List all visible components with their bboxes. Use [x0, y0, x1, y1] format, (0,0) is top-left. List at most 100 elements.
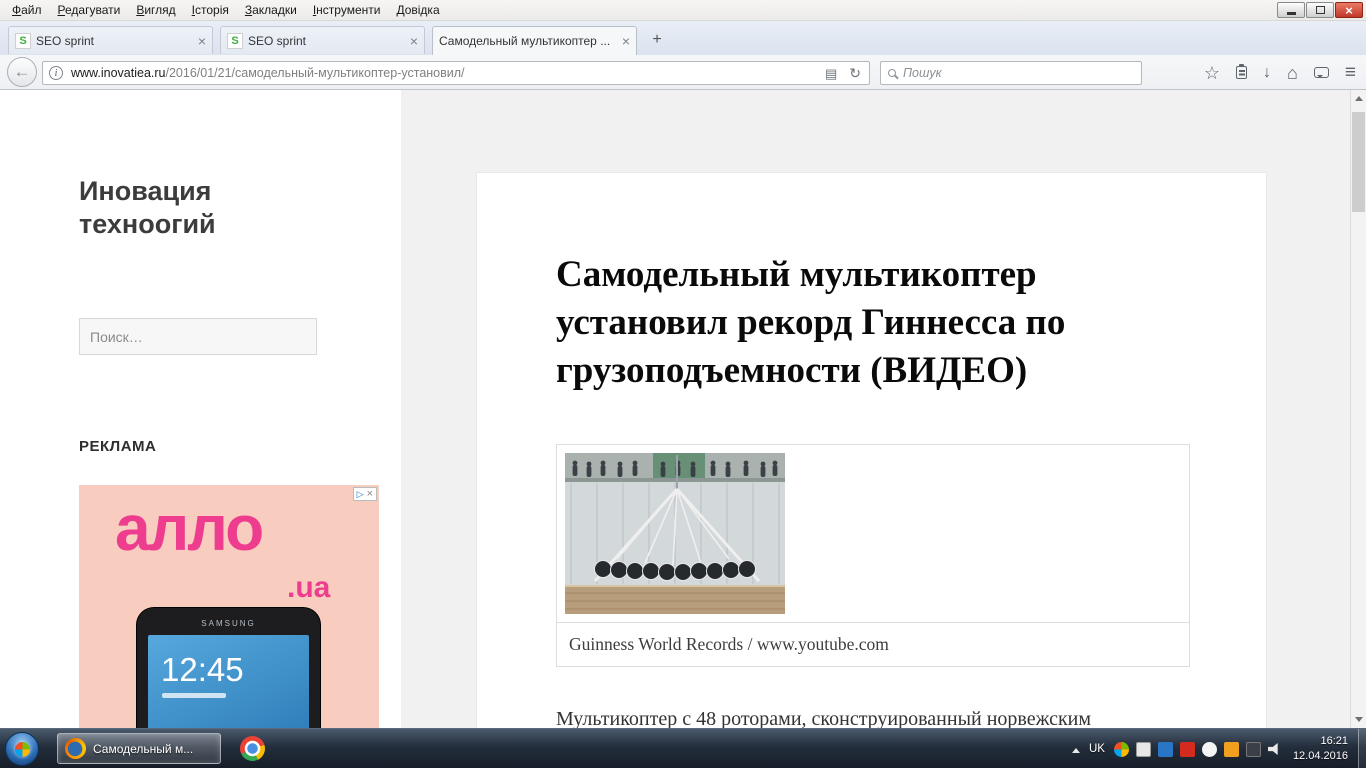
scroll-down-arrow[interactable] — [1351, 712, 1366, 728]
back-arrow-icon: ← — [13, 62, 31, 81]
clock-date: 12.04.2016 — [1292, 750, 1348, 762]
site-title[interactable]: Иновация техноогий — [79, 175, 329, 241]
tab-label: SEO sprint — [36, 33, 95, 48]
phone-clock: 12:45 — [161, 651, 244, 688]
tab-bar: S SEO sprint × S SEO sprint × Самодельны… — [0, 21, 1366, 55]
menu-help[interactable]: Довідка — [388, 1, 447, 19]
tray-icon-3[interactable] — [1157, 741, 1173, 757]
adchoices-badge[interactable]: ▷ × — [352, 487, 377, 501]
tray-icon-6[interactable] — [1223, 741, 1239, 757]
taskbar-window-title: Самодельный м... — [93, 741, 194, 756]
tab-seo-sprint-1[interactable]: S SEO sprint × — [8, 26, 213, 54]
tab-close-icon[interactable]: × — [198, 34, 206, 48]
tray-icon-7[interactable] — [1245, 741, 1261, 757]
page-sidebar: Иновация техноогий РЕКЛАМА ▷ × алло .ua … — [0, 90, 401, 728]
tray-icon-1[interactable] — [1113, 741, 1129, 757]
bookmark-star-icon[interactable]: ☆ — [1204, 64, 1220, 82]
maximize-icon — [1315, 6, 1325, 14]
taskbar-clock[interactable]: 16:21 12.04.2016 — [1293, 734, 1348, 764]
multicopter-photo — [565, 453, 785, 614]
tray-icon-2[interactable] — [1135, 741, 1151, 757]
tab-label: Самодельный мультикоптер ... — [439, 34, 611, 48]
hello-chat-icon[interactable] — [1313, 67, 1329, 78]
menu-file[interactable]: Файл — [4, 1, 50, 19]
url-host: www.inovatiea.ru — [71, 66, 166, 80]
article-body-text: Мультикоптер с 48 роторами, сконструиров… — [556, 708, 1092, 728]
volume-icon[interactable] — [1267, 743, 1278, 755]
back-button[interactable]: ← — [7, 57, 37, 87]
show-desktop-button[interactable] — [1358, 729, 1366, 768]
url-bar[interactable]: i www.inovatiea.ru/2016/01/21/самодельны… — [42, 61, 870, 85]
article-card: Самодельный мультикоптер установил рекор… — [476, 172, 1267, 728]
advertisement-banner[interactable]: ▷ × алло .ua SAMSUNG 12:45 — [79, 485, 379, 728]
search-input[interactable] — [903, 66, 1134, 80]
url-path: /2016/01/21/самодельный-мультикоптер-уст… — [165, 66, 465, 80]
scroll-up-arrow[interactable] — [1351, 90, 1366, 106]
close-icon: × — [1345, 2, 1353, 18]
seo-sprint-favicon: S — [227, 32, 243, 49]
tab-seo-sprint-2[interactable]: S SEO sprint × — [220, 26, 425, 54]
reload-icon[interactable]: ↻ — [849, 66, 861, 80]
tray-icon-4[interactable] — [1179, 741, 1195, 757]
menu-edit[interactable]: Редагувати — [50, 1, 129, 19]
reader-mode-icon[interactable]: ▤ — [825, 67, 837, 80]
hamburger-menu-icon[interactable]: ≡ — [1345, 63, 1356, 82]
phone-brand-label: SAMSUNG — [201, 619, 256, 628]
ad-brand-domain: .ua — [287, 571, 331, 604]
tab-close-icon[interactable]: × — [622, 34, 630, 48]
bookmarks-menu-icon[interactable] — [1236, 64, 1248, 79]
new-tab-button[interactable]: + — [644, 29, 670, 51]
triangle-down-icon — [1354, 717, 1363, 726]
chrome-icon — [239, 736, 265, 761]
tab-label: SEO sprint — [248, 33, 307, 48]
minimize-icon — [1286, 12, 1296, 15]
minimize-button[interactable] — [1277, 2, 1305, 18]
system-tray: UK 16:21 12.04.2016 — [1071, 729, 1356, 768]
sidebar-search-input[interactable] — [79, 318, 317, 355]
tab-article-active[interactable]: Самодельный мультикоптер ... × — [432, 26, 637, 55]
taskbar-firefox-button[interactable]: Самодельный м... — [57, 733, 221, 764]
menu-view[interactable]: Вигляд — [128, 1, 183, 19]
menu-history[interactable]: Історія — [184, 1, 237, 19]
chat-bubble-icon — [1313, 67, 1329, 78]
downloads-icon[interactable]: ↓ — [1263, 64, 1271, 81]
window-controls: × — [1277, 2, 1363, 18]
figure-media — [557, 445, 1189, 622]
show-hidden-icons-chevron[interactable] — [1071, 744, 1080, 753]
close-button[interactable]: × — [1335, 2, 1363, 18]
tray-icon-5[interactable] — [1201, 741, 1217, 757]
article-title: Самодельный мультикоптер установил рекор… — [556, 254, 1066, 392]
ads-heading: РЕКЛАМА — [79, 438, 157, 455]
windows-flag-icon — [14, 741, 30, 757]
site-info-icon[interactable]: i — [49, 66, 63, 80]
clock-time: 16:21 — [1320, 735, 1348, 748]
toolbar-icons: ☆ ↓ ⌂ ≡ — [1204, 55, 1356, 90]
desktop: Файл Редагувати Вигляд Історія Закладки … — [0, 0, 1366, 768]
maximize-button[interactable] — [1306, 2, 1334, 18]
sidebar-search-widget — [79, 318, 317, 355]
clipboard-icon — [1236, 64, 1248, 79]
home-icon[interactable]: ⌂ — [1287, 64, 1298, 82]
taskbar-chrome-button[interactable] — [233, 733, 271, 764]
search-icon — [888, 69, 896, 77]
page-scrollbar[interactable] — [1350, 90, 1366, 728]
triangle-up-icon — [1354, 92, 1363, 101]
article-figure: Guinness World Records / www.youtube.com — [556, 444, 1190, 667]
menu-tools[interactable]: Інструменти — [305, 1, 389, 19]
seo-sprint-favicon: S — [15, 32, 31, 49]
ad-phone-image: SAMSUNG 12:45 — [136, 607, 321, 728]
firefox-icon — [65, 738, 86, 759]
search-bar[interactable] — [880, 61, 1142, 85]
start-button[interactable] — [5, 732, 39, 766]
windows-taskbar: Самодельный м... UK 16:21 12.04.2016 — [0, 728, 1366, 768]
menu-bar: Файл Редагувати Вигляд Історія Закладки … — [0, 0, 1366, 21]
scrollbar-thumb[interactable] — [1352, 112, 1365, 212]
tab-close-icon[interactable]: × — [410, 34, 418, 48]
navigation-toolbar: ← i www.inovatiea.ru/2016/01/21/самодель… — [0, 55, 1366, 90]
menu-bookmarks[interactable]: Закладки — [237, 1, 305, 19]
language-indicator[interactable]: UK — [1087, 743, 1107, 755]
ad-brand-logo: алло — [115, 492, 264, 564]
phone-screen: 12:45 — [148, 635, 309, 728]
browser-viewport: Иновация техноогий РЕКЛАМА ▷ × алло .ua … — [0, 90, 1366, 728]
ad-close-icon[interactable]: × — [367, 488, 373, 500]
